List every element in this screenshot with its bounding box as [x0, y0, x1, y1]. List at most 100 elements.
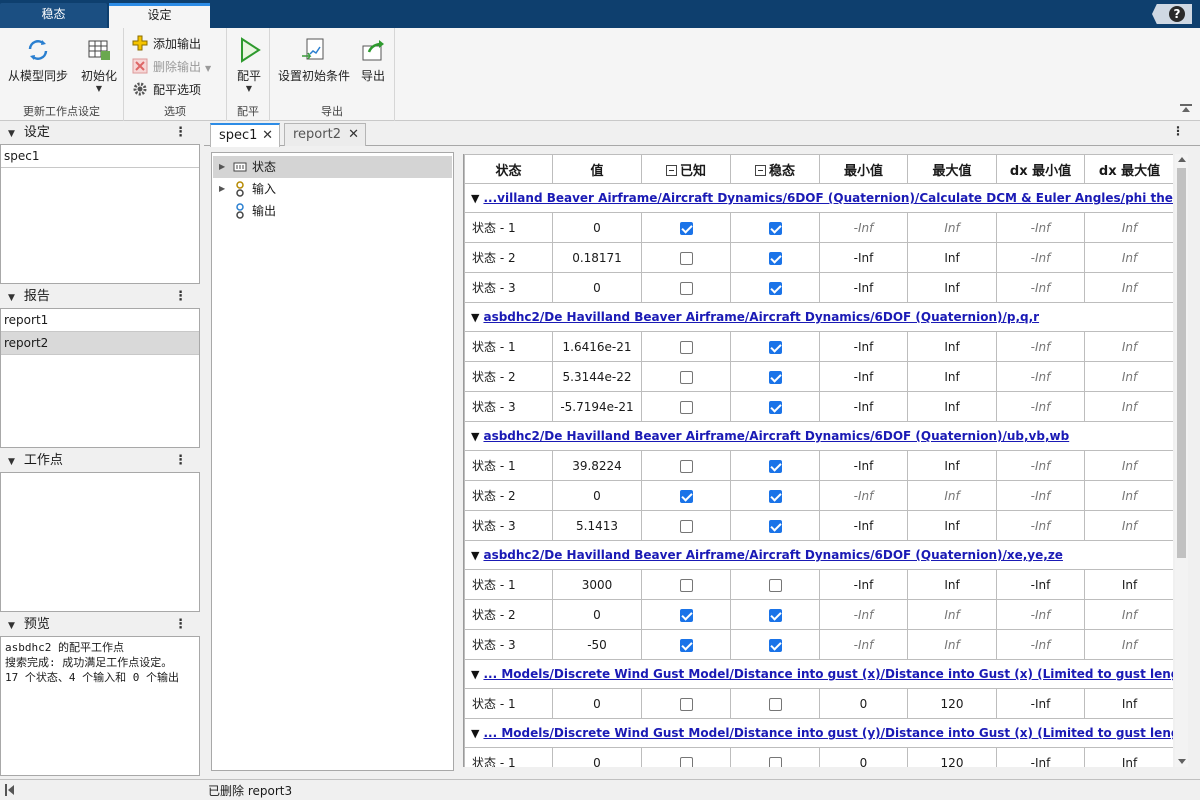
collapse-ribbon-icon[interactable]	[1180, 104, 1192, 114]
block-path-link[interactable]: asbdhc2/De Havilland Beaver Airframe/Air…	[483, 310, 1039, 324]
value-cell[interactable]: 0.18171	[552, 242, 642, 273]
trim-button[interactable]: 配平 ▼	[232, 36, 266, 93]
known-checkbox[interactable]	[679, 400, 693, 414]
known-checkbox[interactable]	[679, 578, 693, 592]
section-menu-icon[interactable]: ⋮	[174, 122, 187, 144]
steady-checkbox[interactable]	[768, 697, 782, 711]
max-cell[interactable]: Inf	[907, 569, 997, 600]
dx-max-cell[interactable]: Inf	[1084, 480, 1173, 511]
min-cell[interactable]: -Inf	[819, 599, 908, 630]
steady-checkbox[interactable]	[768, 489, 782, 503]
section-menu-icon[interactable]: ⋮	[174, 286, 187, 308]
tab-steady-state[interactable]: 稳态	[0, 3, 107, 28]
dx-min-cell[interactable]: -Inf	[996, 510, 1085, 541]
steady-checkbox[interactable]	[768, 281, 782, 295]
min-cell[interactable]: -Inf	[819, 391, 908, 422]
min-cell[interactable]: 0	[819, 747, 908, 767]
settings-section-header[interactable]: ▼ 设定 ⋮	[0, 122, 201, 144]
known-checkbox[interactable]	[679, 756, 693, 767]
steady-checkbox[interactable]	[768, 459, 782, 473]
expand-triangle-icon[interactable]: ▼	[471, 668, 479, 681]
group-header[interactable]: ▼ ...villand Beaver Airframe/Aircraft Dyn…	[464, 183, 1173, 213]
dx-min-cell[interactable]: -Inf	[996, 629, 1085, 660]
dx-max-cell[interactable]: Inf	[1084, 688, 1173, 719]
dx-max-cell[interactable]: Inf	[1084, 629, 1173, 660]
doc-tab-report2[interactable]: report2 ✕	[284, 123, 366, 146]
known-checkbox[interactable]	[679, 608, 693, 622]
block-path-link[interactable]: asbdhc2/De Havilland Beaver Airframe/Air…	[483, 429, 1069, 443]
group-header[interactable]: ▼ ... Models/Discrete Wind Gust Model/Dis…	[464, 659, 1173, 689]
section-menu-icon[interactable]: ⋮	[174, 614, 187, 636]
dx-max-cell[interactable]: Inf	[1084, 599, 1173, 630]
dx-max-cell[interactable]: Inf	[1084, 361, 1173, 392]
steady-checkbox[interactable]	[768, 340, 782, 354]
steady-checkbox[interactable]	[768, 400, 782, 414]
value-cell[interactable]: 5.3144e-22	[552, 361, 642, 392]
dx-min-cell[interactable]: -Inf	[996, 480, 1085, 511]
steady-checkbox[interactable]	[768, 756, 782, 767]
min-cell[interactable]: 0	[819, 688, 908, 719]
tree-item-inputs[interactable]: ▶ 输入	[213, 178, 452, 200]
column-header[interactable]: dx 最大值	[1084, 154, 1173, 184]
max-cell[interactable]: Inf	[907, 391, 997, 422]
dx-min-cell[interactable]: -Inf	[996, 688, 1085, 719]
max-cell[interactable]: 120	[907, 688, 997, 719]
expand-triangle-icon[interactable]: ▼	[471, 311, 479, 324]
report-section-header[interactable]: ▼ 报告 ⋮	[0, 286, 201, 308]
steady-checkbox[interactable]	[768, 638, 782, 652]
delete-output-button[interactable]: 删除输出 ▼	[132, 57, 211, 77]
known-checkbox[interactable]	[679, 340, 693, 354]
known-checkbox[interactable]	[679, 251, 693, 265]
dx-min-cell[interactable]: -Inf	[996, 391, 1085, 422]
group-header[interactable]: ▼ asbdhc2/De Havilland Beaver Airframe/Ai…	[464, 540, 1173, 570]
dx-min-cell[interactable]: -Inf	[996, 212, 1085, 243]
value-cell[interactable]: 1.6416e-21	[552, 331, 642, 362]
min-cell[interactable]: -Inf	[819, 510, 908, 541]
min-cell[interactable]: -Inf	[819, 331, 908, 362]
max-cell[interactable]: Inf	[907, 599, 997, 630]
list-item-report1[interactable]: report1	[1, 309, 199, 332]
value-cell[interactable]: 0	[552, 212, 642, 243]
max-cell[interactable]: 120	[907, 747, 997, 767]
select-all-checkbox[interactable]	[665, 164, 677, 176]
set-initial-conditions-button[interactable]: 设置初始条件	[276, 36, 352, 84]
known-checkbox[interactable]	[679, 221, 693, 235]
dx-max-cell[interactable]: Inf	[1084, 272, 1173, 303]
close-icon[interactable]: ✕	[348, 124, 359, 145]
expand-caret-icon[interactable]: ▶	[219, 178, 225, 200]
scroll-down-icon[interactable]	[1178, 759, 1186, 764]
expand-caret-icon[interactable]: ▶	[219, 156, 225, 178]
dx-min-cell[interactable]: -Inf	[996, 361, 1085, 392]
column-header[interactable]: 值	[552, 154, 642, 184]
known-checkbox[interactable]	[679, 638, 693, 652]
add-output-button[interactable]: 添加输出	[132, 34, 201, 54]
known-checkbox[interactable]	[679, 697, 693, 711]
dx-max-cell[interactable]: Inf	[1084, 747, 1173, 767]
steady-checkbox[interactable]	[768, 251, 782, 265]
min-cell[interactable]: -Inf	[819, 272, 908, 303]
expand-triangle-icon[interactable]: ▼	[471, 430, 479, 443]
expand-triangle-icon[interactable]: ▼	[471, 549, 479, 562]
block-path-link[interactable]: ... Models/Discrete Wind Gust Model/Dist…	[483, 726, 1173, 740]
block-path-link[interactable]: ...villand Beaver Airframe/Aircraft Dyna…	[483, 191, 1173, 205]
known-checkbox[interactable]	[679, 519, 693, 533]
column-header[interactable]: 状态	[464, 154, 553, 184]
section-menu-icon[interactable]: ⋮	[174, 450, 187, 472]
value-cell[interactable]: 0	[552, 688, 642, 719]
tab-settings[interactable]: 设定	[109, 3, 210, 28]
max-cell[interactable]: Inf	[907, 212, 997, 243]
expand-triangle-icon[interactable]: ▼	[471, 192, 479, 205]
min-cell[interactable]: -Inf	[819, 569, 908, 600]
known-checkbox[interactable]	[679, 370, 693, 384]
list-item-spec1[interactable]: spec1	[1, 145, 199, 168]
tree-item-states[interactable]: ▶ 状态	[213, 156, 452, 178]
min-cell[interactable]: -Inf	[819, 361, 908, 392]
doc-tab-spec1[interactable]: spec1 ✕	[210, 123, 280, 147]
value-cell[interactable]: 0	[552, 480, 642, 511]
column-header[interactable]: 已知	[641, 154, 731, 184]
dx-max-cell[interactable]: Inf	[1084, 450, 1173, 481]
value-cell[interactable]: 5.1413	[552, 510, 642, 541]
scroll-thumb[interactable]	[1177, 168, 1186, 558]
sync-from-model-button[interactable]: 从模型同步	[6, 36, 70, 84]
min-cell[interactable]: -Inf	[819, 629, 908, 660]
